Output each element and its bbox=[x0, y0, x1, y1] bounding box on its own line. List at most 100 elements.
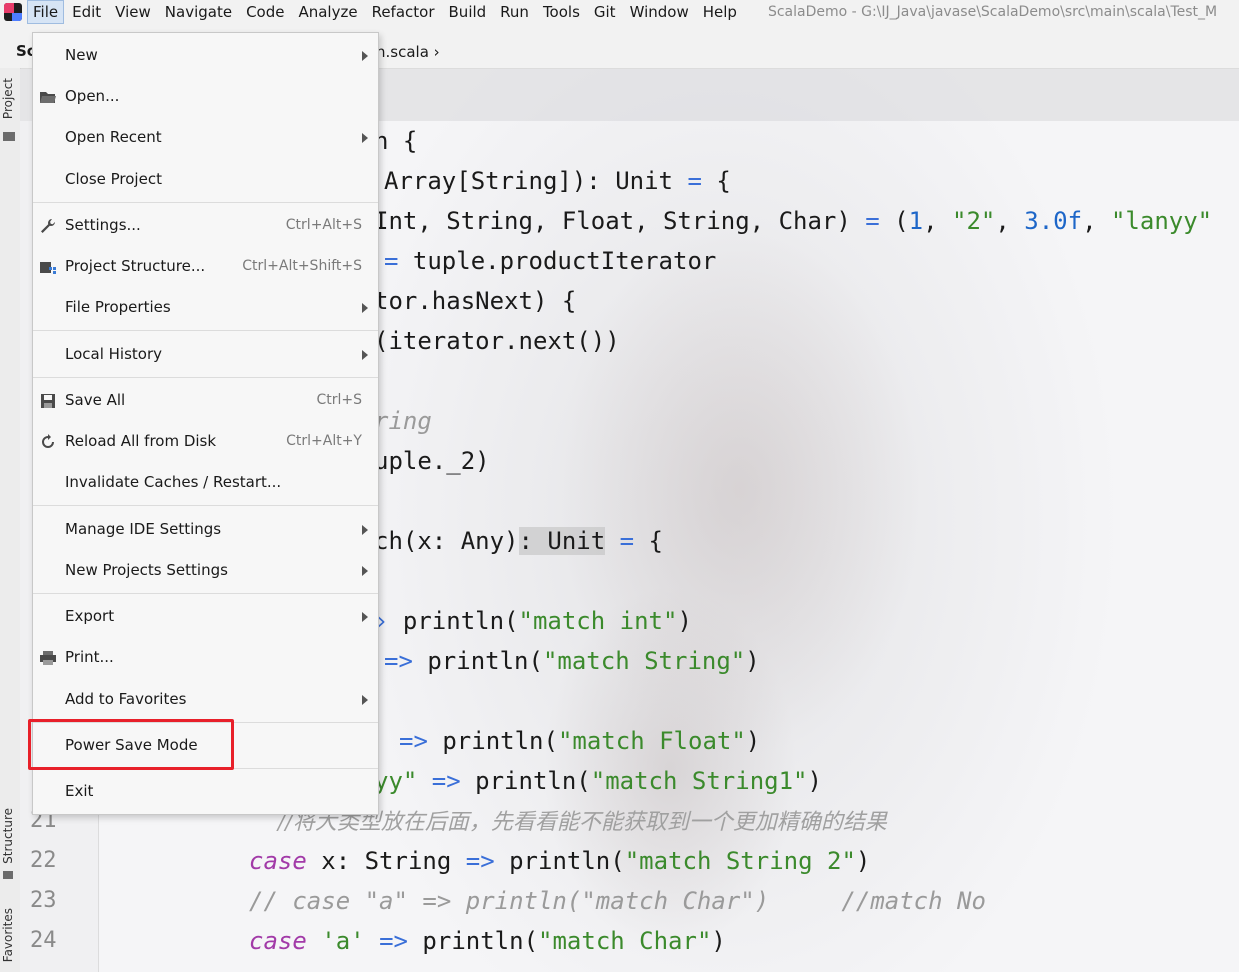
menu-item-exit[interactable]: Exit bbox=[33, 775, 378, 809]
file-menu-dropdown: New Open... Open Recent Close Project Se… bbox=[32, 32, 379, 815]
menu-git[interactable]: Git bbox=[589, 1, 621, 23]
code-line: case x: String => println("match String … bbox=[249, 841, 870, 881]
code-line: Int, String, Float, String, Char) = (1, … bbox=[374, 201, 1212, 241]
code-operator: = bbox=[384, 247, 399, 275]
code-text: ) bbox=[745, 727, 761, 755]
menu-item-export[interactable]: Export bbox=[33, 600, 378, 634]
favorites-tool-tab[interactable]: Favorites bbox=[1, 908, 15, 962]
file-breadcrumb[interactable]: h.scala › bbox=[376, 43, 440, 61]
menu-item-project-structure[interactable]: Project Structure... Ctrl+Alt+Shift+S bbox=[33, 250, 378, 284]
menu-item-new-projects-settings[interactable]: New Projects Settings bbox=[33, 554, 378, 588]
menu-item-label: Add to Favorites bbox=[65, 690, 187, 708]
code-text: Int, String, Float, String, Char) bbox=[374, 207, 866, 235]
code-line: ring bbox=[374, 401, 432, 441]
menu-item-new[interactable]: New bbox=[33, 39, 378, 73]
code-operator: => bbox=[465, 847, 495, 875]
code-string: "lanyy" bbox=[1110, 207, 1213, 235]
code-string: "match Float" bbox=[557, 727, 746, 755]
menu-window[interactable]: Window bbox=[625, 1, 694, 23]
menu-separator bbox=[33, 377, 378, 378]
menu-item-settings[interactable]: Settings... Ctrl+Alt+S bbox=[33, 209, 378, 243]
menu-item-open-recent[interactable]: Open Recent bbox=[33, 121, 378, 155]
menu-item-reload-all[interactable]: Reload All from Disk Ctrl+Alt+Y bbox=[33, 425, 378, 459]
code-comment: // case "a" => println("match Char") //m… bbox=[249, 887, 986, 915]
window-title: ScalaDemo - G:\IJ_Java\javase\ScalaDemo\… bbox=[767, 4, 1218, 20]
menu-analyze[interactable]: Analyze bbox=[293, 1, 362, 23]
code-text: uple._2) bbox=[374, 447, 490, 475]
code-text: x: String bbox=[306, 847, 466, 875]
code-text: ) bbox=[711, 927, 726, 955]
menu-refactor[interactable]: Refactor bbox=[367, 1, 440, 23]
structure-icon[interactable] bbox=[3, 871, 13, 879]
code-text: , bbox=[1082, 207, 1111, 235]
line-number: 23 bbox=[30, 888, 57, 913]
folder-icon[interactable] bbox=[3, 132, 15, 141]
menu-help[interactable]: Help bbox=[698, 1, 742, 23]
menu-run[interactable]: Run bbox=[495, 1, 534, 23]
menu-item-local-history[interactable]: Local History bbox=[33, 338, 378, 372]
menu-item-manage-ide-settings[interactable]: Manage IDE Settings bbox=[33, 513, 378, 547]
project-tool-tab[interactable]: Project bbox=[1, 78, 15, 119]
left-tool-strip: Project Structure Favorites bbox=[0, 68, 21, 972]
code-string: "match String1" bbox=[590, 767, 808, 795]
code-string: 'a' bbox=[321, 927, 365, 955]
menu-item-add-to-favorites[interactable]: Add to Favorites bbox=[33, 683, 378, 717]
menu-item-label: Project Structure... bbox=[65, 257, 206, 275]
code-text: ) bbox=[745, 647, 760, 675]
menu-item-invalidate-caches[interactable]: Invalidate Caches / Restart... bbox=[33, 466, 378, 500]
save-icon bbox=[41, 394, 55, 408]
menu-item-label: Close Project bbox=[65, 170, 162, 188]
code-line: Array[String]): Unit = { bbox=[384, 161, 731, 201]
menu-item-save-all[interactable]: Save All Ctrl+S bbox=[33, 384, 378, 418]
menu-item-label: Export bbox=[65, 607, 115, 625]
menu-navigate[interactable]: Navigate bbox=[160, 1, 237, 23]
menu-item-label: Settings... bbox=[65, 216, 141, 234]
menu-item-label: File Properties bbox=[65, 298, 171, 316]
menu-item-file-properties[interactable]: File Properties bbox=[33, 291, 378, 325]
submenu-arrow-icon bbox=[362, 51, 368, 61]
menu-item-print[interactable]: Print... bbox=[33, 641, 378, 675]
code-line: = tuple.productIterator bbox=[384, 241, 716, 281]
code-operator: => bbox=[384, 647, 413, 675]
submenu-arrow-icon bbox=[362, 695, 368, 705]
menu-item-label: Print... bbox=[65, 648, 114, 666]
menu-item-label: Open Recent bbox=[65, 128, 162, 146]
menu-item-label: New Projects Settings bbox=[65, 561, 228, 579]
wrench-icon bbox=[41, 219, 55, 233]
menu-item-label: Local History bbox=[65, 345, 163, 363]
printer-icon bbox=[40, 651, 56, 665]
folder-open-icon bbox=[40, 92, 56, 103]
code-line: › println("match int") bbox=[374, 601, 692, 641]
code-line: => println("match Float") bbox=[399, 721, 760, 761]
menu-separator bbox=[33, 330, 378, 331]
menu-edit[interactable]: Edit bbox=[67, 1, 106, 23]
code-line: => println("match String") bbox=[384, 641, 760, 681]
code-text: { bbox=[701, 167, 731, 195]
code-text: ( bbox=[879, 207, 909, 235]
code-operator: = bbox=[865, 207, 880, 235]
project-structure-icon bbox=[40, 262, 56, 274]
menu-item-shortcut: Ctrl+Alt+S bbox=[285, 217, 362, 233]
menu-item-shortcut: Ctrl+S bbox=[316, 392, 362, 408]
menu-view[interactable]: View bbox=[110, 1, 156, 23]
code-text: ) bbox=[677, 607, 692, 635]
structure-tool-tab[interactable]: Structure bbox=[1, 808, 15, 864]
code-line: tor.hasNext) { bbox=[374, 281, 576, 321]
code-comment: ring bbox=[374, 407, 432, 435]
code-text: , bbox=[995, 207, 1025, 235]
code-string: "match int" bbox=[518, 607, 678, 635]
intellij-logo-icon[interactable] bbox=[4, 3, 22, 21]
menu-tools[interactable]: Tools bbox=[538, 1, 585, 23]
submenu-arrow-icon bbox=[362, 303, 368, 313]
line-number: 22 bbox=[30, 848, 57, 873]
menu-item-close-project[interactable]: Close Project bbox=[33, 163, 378, 197]
menu-file[interactable]: File bbox=[26, 0, 65, 24]
menu-separator bbox=[33, 202, 378, 203]
menu-build[interactable]: Build bbox=[444, 1, 492, 23]
code-text: tuple.productIterator bbox=[398, 247, 717, 275]
menu-code[interactable]: Code bbox=[241, 1, 289, 23]
menu-item-open[interactable]: Open... bbox=[33, 80, 378, 114]
